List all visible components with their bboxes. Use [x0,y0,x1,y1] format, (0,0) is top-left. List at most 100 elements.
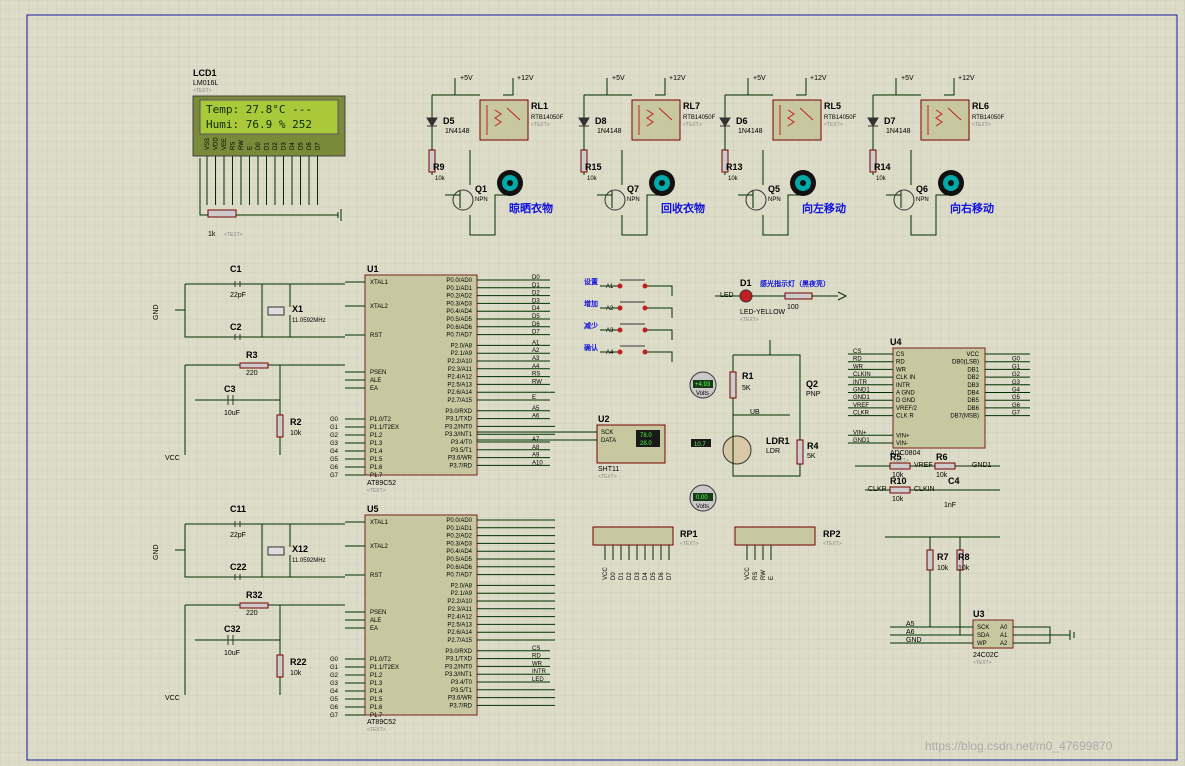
svg-text:P2.0/A8: P2.0/A8 [451,343,473,349]
lcd-pin-label: D0 [256,142,262,150]
svg-text:0.00: 0.00 [696,495,708,501]
contrast-pot[interactable] [207,209,237,218]
svg-text:NPN: NPN [475,197,488,203]
svg-text:ALE: ALE [370,618,381,624]
svg-text:G1: G1 [1012,364,1021,370]
svg-text:P0.4/AD4: P0.4/AD4 [446,309,472,315]
svg-text:G5: G5 [1012,395,1021,401]
svg-text:A1: A1 [532,340,540,346]
svg-text:U4: U4 [890,337,902,347]
svg-text:P2.5/A13: P2.5/A13 [447,622,472,628]
svg-text:A1: A1 [606,284,614,290]
svg-text:G4: G4 [330,449,339,455]
svg-text:RL5: RL5 [824,101,841,111]
svg-text:10uF: 10uF [224,650,240,657]
svg-text:+12V: +12V [669,75,686,82]
svg-text:+12V: +12V [517,75,534,82]
lcd-pin-label: E [248,146,254,150]
svg-text:220: 220 [246,610,258,617]
lcd-line-2: Humi: 76.9 % 252 [206,118,312,131]
svg-text:G3: G3 [330,441,339,447]
svg-text:RD: RD [896,360,905,366]
svg-text:P3.1/TXD: P3.1/TXD [446,657,473,663]
svg-text:DB5: DB5 [967,398,979,404]
svg-text:R9: R9 [433,162,445,172]
svg-text:<TEXT>: <TEXT> [824,122,843,128]
svg-text:220: 220 [246,370,258,377]
svg-text:+5V: +5V [612,75,625,82]
svg-text:D5: D5 [532,314,540,320]
svg-text:10k: 10k [936,472,948,479]
svg-text:VIN-: VIN- [896,441,908,447]
svg-text:RTB14050F: RTB14050F [683,115,716,121]
svg-text:P0.0/AD0: P0.0/AD0 [446,518,472,524]
svg-text:G2: G2 [1012,372,1021,378]
svg-text:D7: D7 [667,572,673,580]
svg-text:Q5: Q5 [768,184,780,194]
svg-text:GND1: GND1 [853,438,870,444]
svg-text:XTAL2: XTAL2 [370,304,389,310]
svg-text:P2.2/A10: P2.2/A10 [447,599,472,605]
relay-function-label: 回收衣物 [661,201,705,215]
svg-text:P3.2/INT0: P3.2/INT0 [445,664,473,670]
svg-text:P1.3: P1.3 [370,681,383,687]
svg-text:1k: 1k [208,231,216,238]
svg-text:10.7: 10.7 [694,442,706,448]
svg-text:D3: D3 [532,298,540,304]
svg-text:10k: 10k [937,565,949,572]
svg-text:RW: RW [761,570,767,580]
svg-text:R5: R5 [890,452,902,462]
svg-text:P0.1/AD1: P0.1/AD1 [446,286,472,292]
svg-text:INTR: INTR [532,669,547,675]
schematic-canvas: LCD1 LM016L <TEXT> Temp: 27.8°C --- Humi… [0,0,1185,766]
sht-temp-readout: 78.0 [640,433,652,439]
svg-text:R32: R32 [246,590,263,600]
voltmeter-2[interactable]: 0.00 Volts [689,484,717,512]
svg-text:P2.5/A13: P2.5/A13 [447,382,472,388]
voltmeter-1[interactable]: +4.93 Volts [689,371,717,399]
svg-text:A1: A1 [1000,633,1008,639]
svg-text:22pF: 22pF [230,532,246,539]
svg-text:VCC: VCC [966,352,979,358]
svg-text:Q2: Q2 [806,379,818,389]
svg-text:Volts: Volts [696,391,709,397]
lcd-pin-label: D3 [282,142,288,150]
svg-text:G3: G3 [330,681,339,687]
svg-text:XTAL1: XTAL1 [370,280,389,286]
svg-text:A3: A3 [606,328,614,334]
svg-text:CS: CS [532,646,540,652]
svg-text:VCC: VCC [165,455,180,462]
svg-text:DATA: DATA [601,438,616,444]
svg-text:E: E [532,395,536,401]
svg-text:A2: A2 [606,306,614,312]
svg-text:DB3: DB3 [967,383,979,389]
svg-text:WR: WR [853,364,864,370]
lcd-pin-label: D4 [290,142,296,150]
svg-text:22pF: 22pF [230,292,246,299]
svg-text:Volts: Volts [696,504,709,510]
svg-text:PSEN: PSEN [370,610,386,616]
svg-text:<TEXT>: <TEXT> [683,122,702,128]
svg-text:P0.6/AD6: P0.6/AD6 [446,565,472,571]
svg-text:<TEXT>: <TEXT> [823,541,842,547]
svg-text:P0.5/AD5: P0.5/AD5 [446,557,472,563]
svg-text:D4: D4 [643,572,649,580]
svg-text:P0.4/AD4: P0.4/AD4 [446,549,472,555]
svg-text:<TEXT>: <TEXT> [531,122,550,128]
svg-text:D0: D0 [611,572,617,580]
svg-text:P3.7/RD: P3.7/RD [449,703,472,709]
svg-text:XTAL2: XTAL2 [370,544,389,550]
svg-text:<TEXT>: <TEXT> [973,660,992,666]
svg-text:G1: G1 [330,425,339,431]
lcd-pin-label: D2 [273,142,279,150]
svg-text:+12V: +12V [958,75,975,82]
svg-text:G1: G1 [330,665,339,671]
svg-text:<TEXT>: <TEXT> [193,88,212,94]
svg-text:GND1: GND1 [853,388,870,394]
svg-text:G6: G6 [330,705,339,711]
svg-text:减少: 减少 [584,321,598,330]
svg-text:P2.3/A11: P2.3/A11 [448,367,473,373]
lcd-part: LM016L [193,80,218,87]
svg-text:R2: R2 [290,417,302,427]
svg-text:P3.6/WR: P3.6/WR [448,456,473,462]
